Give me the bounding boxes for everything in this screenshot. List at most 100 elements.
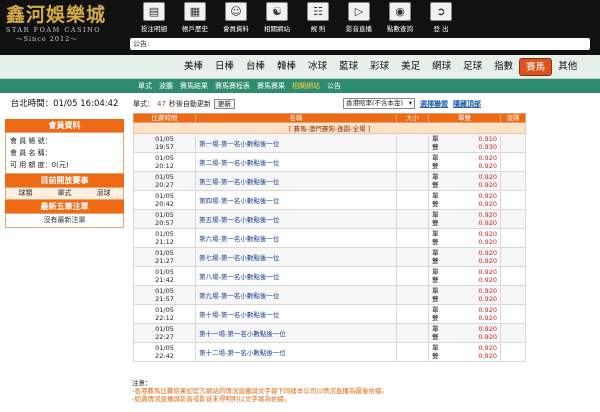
race-clock: 22:27: [155, 333, 174, 341]
odd-price[interactable]: 0.920: [478, 154, 497, 162]
race-clock: 21:27: [155, 257, 174, 265]
even-price[interactable]: 0.920: [478, 257, 497, 265]
race-name: 第十二場-第一名小數點後一位: [195, 342, 397, 362]
top-icon-rules[interactable]: ☷ 規 則: [299, 2, 337, 33]
even-price[interactable]: 0.930: [478, 143, 497, 151]
top-icon-logout[interactable]: ➲ 登 出: [422, 2, 460, 33]
odd-price[interactable]: 0.920: [478, 249, 497, 257]
even-price[interactable]: 0.920: [478, 333, 497, 341]
sub-tab-announcement[interactable]: 公告: [327, 81, 341, 91]
race-name: 第九場-第一名小數點後一位: [195, 285, 397, 305]
top-icon-history[interactable]: ▦ 帳戶歷史: [176, 2, 214, 33]
even-price[interactable]: 0.920: [478, 181, 497, 189]
brand-logo[interactable]: 鑫河娛樂城 STAR FOAM CASINO ～Since 2012～: [6, 4, 126, 44]
odd-price[interactable]: 0.920: [478, 287, 497, 295]
pick-even-label: 雙: [432, 257, 439, 265]
sport-tab-npb[interactable]: 日棒: [209, 58, 240, 76]
sport-tab-lottery[interactable]: 彩球: [364, 58, 395, 76]
race-date: 01/05: [155, 268, 174, 276]
even-price[interactable]: 0.920: [478, 295, 497, 303]
member-account: 會 員 帳 號：: [10, 137, 52, 145]
sub-tab-single[interactable]: 單式: [138, 81, 152, 91]
odd-price[interactable]: 0.920: [478, 268, 497, 276]
sport-tab-kbo[interactable]: 韓棒: [271, 58, 302, 76]
odd-price[interactable]: 0.920: [478, 344, 497, 352]
race-live: [500, 342, 526, 362]
mode-live[interactable]: 滾球: [84, 188, 123, 199]
race-clock: 20:42: [155, 200, 174, 208]
sport-nav: 美棒 日棒 台棒 韓棒 冰球 藍球 彩球 美足 網球 足球 指數 賽馬 其他: [0, 55, 600, 79]
race-time: 01/05 21:57: [133, 285, 196, 305]
even-price[interactable]: 0.920: [478, 219, 497, 227]
odds-format-select[interactable]: 香港賠率(不含本金) ▾: [343, 98, 415, 109]
race-clock: 21:57: [155, 295, 174, 303]
race-over-under: [396, 266, 429, 286]
race-date: 01/05: [155, 249, 174, 257]
notes-line: -如遇情況直播與影音或影音未得明則以文字報為依據。: [132, 395, 291, 403]
sport-tab-soccer[interactable]: 足球: [457, 58, 488, 76]
hide-top-link[interactable]: 隱藏頂部: [453, 99, 481, 109]
refresh-countdown: 47: [157, 100, 166, 108]
header-over-under: 大小: [396, 113, 429, 123]
odd-price[interactable]: 0.920: [478, 211, 497, 219]
race-over-under: [396, 152, 429, 172]
sport-tab-hockey[interactable]: 冰球: [302, 58, 333, 76]
odd-price[interactable]: 0.920: [478, 173, 497, 181]
notes-title: 注意：: [132, 379, 152, 387]
top-icon-video[interactable]: ▷ 影音直播: [340, 2, 378, 33]
odd-price[interactable]: 0.920: [478, 306, 497, 314]
sport-tab-index[interactable]: 指數: [488, 58, 519, 76]
top-toolbar: ▤ 投注明細 ▦ 帳戶歷史 ☺ 會員資料 ☯ 相關網站 ☷ 規 則 ▷ 影音直播…: [135, 2, 460, 33]
pick-even-label: 雙: [432, 295, 439, 303]
refresh-button[interactable]: 更新: [213, 99, 235, 109]
race-name: 第二場-第一名小數點後一位: [195, 152, 397, 172]
race-odd-even: 單雙 0.920 0.920: [428, 152, 501, 172]
sport-tab-cpbl[interactable]: 台棒: [240, 58, 271, 76]
race-odd-even: 單雙 0.920 0.920: [428, 171, 501, 191]
race-live: [500, 190, 526, 210]
pick-odd-label: 單: [432, 192, 439, 200]
even-price[interactable]: 0.920: [478, 276, 497, 284]
mode-ball-games[interactable]: 球類: [6, 188, 45, 199]
sub-tab-related-sites[interactable]: 相關網站: [292, 81, 320, 91]
even-price[interactable]: 0.920: [478, 162, 497, 170]
odd-price[interactable]: 0.920: [478, 192, 497, 200]
sport-tab-football[interactable]: 美足: [395, 58, 426, 76]
pick-even-label: 雙: [432, 219, 439, 227]
sport-tab-basketball[interactable]: 藍球: [333, 58, 364, 76]
even-price[interactable]: 0.920: [478, 314, 497, 322]
recent-bets-empty: 沒有最新注單: [5, 213, 124, 228]
announcement-label: 公告:: [133, 40, 150, 48]
top-icon-sites[interactable]: ☯ 相關網站: [258, 2, 296, 33]
race-time: 01/05 22:12: [133, 304, 196, 324]
pick-odd-label: 單: [432, 211, 439, 219]
sport-tab-tennis[interactable]: 網球: [426, 58, 457, 76]
odd-price[interactable]: 0.920: [478, 325, 497, 333]
sport-tab-horse-racing[interactable]: 賽馬: [519, 58, 553, 76]
sport-tab-mlb[interactable]: 美棒: [178, 58, 209, 76]
top-icon-member[interactable]: ☺ 會員資料: [217, 2, 255, 33]
announcement-bar[interactable]: 公告:: [130, 38, 590, 50]
top-icon-points[interactable]: ◉ 點數查詢: [381, 2, 419, 33]
even-price[interactable]: 0.920: [478, 200, 497, 208]
odd-price[interactable]: 0.920: [478, 230, 497, 238]
race-date: 01/05: [155, 344, 174, 352]
sport-tab-other[interactable]: 其他: [552, 58, 583, 76]
select-league-link[interactable]: 選擇聯盟: [420, 99, 448, 109]
mode-single[interactable]: 單式: [45, 188, 84, 199]
sub-tab-race-results[interactable]: 賽馬結果: [180, 81, 208, 91]
pick-even-label: 雙: [432, 238, 439, 246]
top-icon-bet-detail[interactable]: ▤ 投注明細: [135, 2, 173, 33]
even-price[interactable]: 0.920: [478, 352, 497, 360]
even-price[interactable]: 0.920: [478, 238, 497, 246]
race-odd-even: 單雙 0.910 0.930: [428, 133, 501, 153]
pick-odd-label: 單: [432, 268, 439, 276]
odd-price[interactable]: 0.910: [478, 135, 497, 143]
sub-tab-correct-score[interactable]: 波膽: [159, 81, 173, 91]
table-row: 01/05 22:42 第十二場-第一名小數點後一位單雙 0.920 0.920: [133, 342, 526, 362]
sub-tab-race-schedule[interactable]: 賽馬賽程表: [215, 81, 250, 91]
header-time: 比賽時間: [133, 113, 196, 123]
sub-tab-race-outcome[interactable]: 賽馬賽果: [257, 81, 285, 91]
race-date: 01/05: [155, 192, 174, 200]
race-date: 01/05: [155, 325, 174, 333]
